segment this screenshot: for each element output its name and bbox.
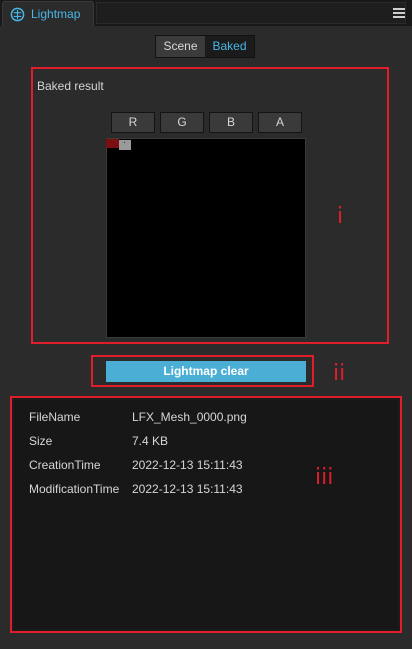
channel-a-button[interactable]: A [258,112,302,133]
tab-label: Lightmap [31,7,81,21]
baked-result-title: Baked result [37,79,104,93]
mode-toggle: Scene Baked [155,35,255,58]
mode-baked-button[interactable]: Baked [205,36,254,57]
lightmap-preview-marker [119,135,131,150]
tab-lightmap[interactable]: Lightmap [2,1,94,26]
file-info-key-filename: FileName [29,410,81,424]
annotation-label-i: i [337,204,344,229]
tab-bar-empty-area [96,2,406,24]
hamburger-menu-icon[interactable] [393,8,405,18]
file-info-value-creationtime: 2022-12-13 15:11:43 [132,458,243,472]
channel-b-button[interactable]: B [209,112,253,133]
file-info-value-modificationtime: 2022-12-13 15:11:43 [132,482,243,496]
lightmap-preview-texel [106,139,119,148]
channel-g-button[interactable]: G [160,112,204,133]
lightmap-icon [10,7,25,22]
annotation-label-iii: iii [315,465,334,490]
file-info-value-size: 7.4 KB [132,434,169,448]
mode-scene-button[interactable]: Scene [156,36,205,57]
file-info-key-size: Size [29,434,53,448]
lightmap-preview-image [106,138,306,338]
file-info-key-creationtime: CreationTime [29,458,101,472]
channel-r-button[interactable]: R [111,112,155,133]
file-info-key-modificationtime: ModificationTime [29,482,120,496]
file-info-panel [14,400,398,629]
file-info-value-filename: LFX_Mesh_0000.png [132,410,247,424]
annotation-label-ii: ii [333,361,346,386]
lightmap-clear-button[interactable]: Lightmap clear [106,361,306,382]
